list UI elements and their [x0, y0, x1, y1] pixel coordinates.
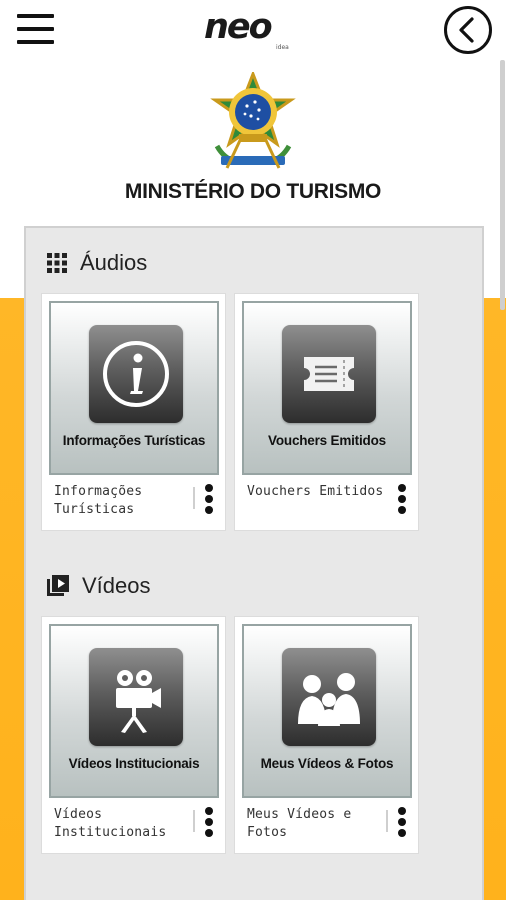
divider: [193, 810, 195, 832]
chevron-left-icon: [459, 17, 474, 43]
hamburger-menu-icon[interactable]: [17, 14, 55, 44]
neo-logo: neo idea: [204, 7, 304, 51]
card-informacoes-turisticas[interactable]: Informações Turísticas Informações Turís…: [41, 293, 226, 531]
card-thumbnail[interactable]: Meus Vídeos & Fotos: [242, 624, 412, 798]
more-options-icon[interactable]: [395, 807, 409, 841]
family-people-icon: [282, 648, 376, 746]
thumbnail-title: Meus Vídeos & Fotos: [260, 756, 394, 771]
card-caption: Vouchers Emitidos: [247, 484, 384, 499]
more-options-icon[interactable]: [202, 484, 216, 518]
card-videos-institucionais[interactable]: Vídeos Institucionais Vídeos Institucion…: [41, 616, 226, 854]
section-header-audios: Áudios: [46, 248, 147, 278]
ticket-icon: [282, 325, 376, 423]
logo-text: neo: [204, 7, 273, 47]
ministry-title: MINISTÉRIO DO TURISMO: [124, 180, 382, 203]
card-vouchers-emitidos[interactable]: Vouchers Emitidos Vouchers Emitidos: [234, 293, 419, 531]
section-title: Áudios: [80, 250, 148, 275]
thumbnail-title: Informações Turísticas: [62, 433, 206, 448]
divider: [386, 810, 388, 832]
film-camera-icon: [89, 648, 183, 746]
top-bar: neo idea: [0, 0, 506, 64]
brazil-coat-of-arms-icon: [210, 72, 296, 169]
card-thumbnail[interactable]: Informações Turísticas: [49, 301, 219, 475]
card-thumbnail[interactable]: Vídeos Institucionais: [49, 624, 219, 798]
card-thumbnail[interactable]: Vouchers Emitidos: [242, 301, 412, 475]
divider: [193, 487, 195, 509]
grid-apps-icon: [47, 253, 67, 273]
card-caption: Informações Turísticas: [54, 484, 143, 517]
card-meus-videos-fotos[interactable]: Meus Vídeos & Fotos Meus Vídeos e Fotos: [234, 616, 419, 854]
card-caption: Vídeos Institucionais: [54, 807, 167, 840]
section-header-videos: Vídeos: [46, 571, 151, 601]
thumbnail-title: Vouchers Emitidos: [268, 433, 386, 448]
thumbnail-title: Vídeos Institucionais: [68, 756, 200, 771]
section-title: Vídeos: [82, 573, 151, 598]
logo-subtitle: idea: [276, 44, 289, 51]
more-options-icon[interactable]: [202, 807, 216, 841]
video-library-icon: [47, 575, 69, 596]
card-caption: Meus Vídeos e Fotos: [247, 807, 352, 840]
info-icon: [89, 325, 183, 423]
more-options-icon[interactable]: [395, 484, 409, 518]
content-panel: Áudios Informações Turísticas Informaçõe…: [24, 226, 484, 900]
back-button[interactable]: [444, 6, 492, 54]
